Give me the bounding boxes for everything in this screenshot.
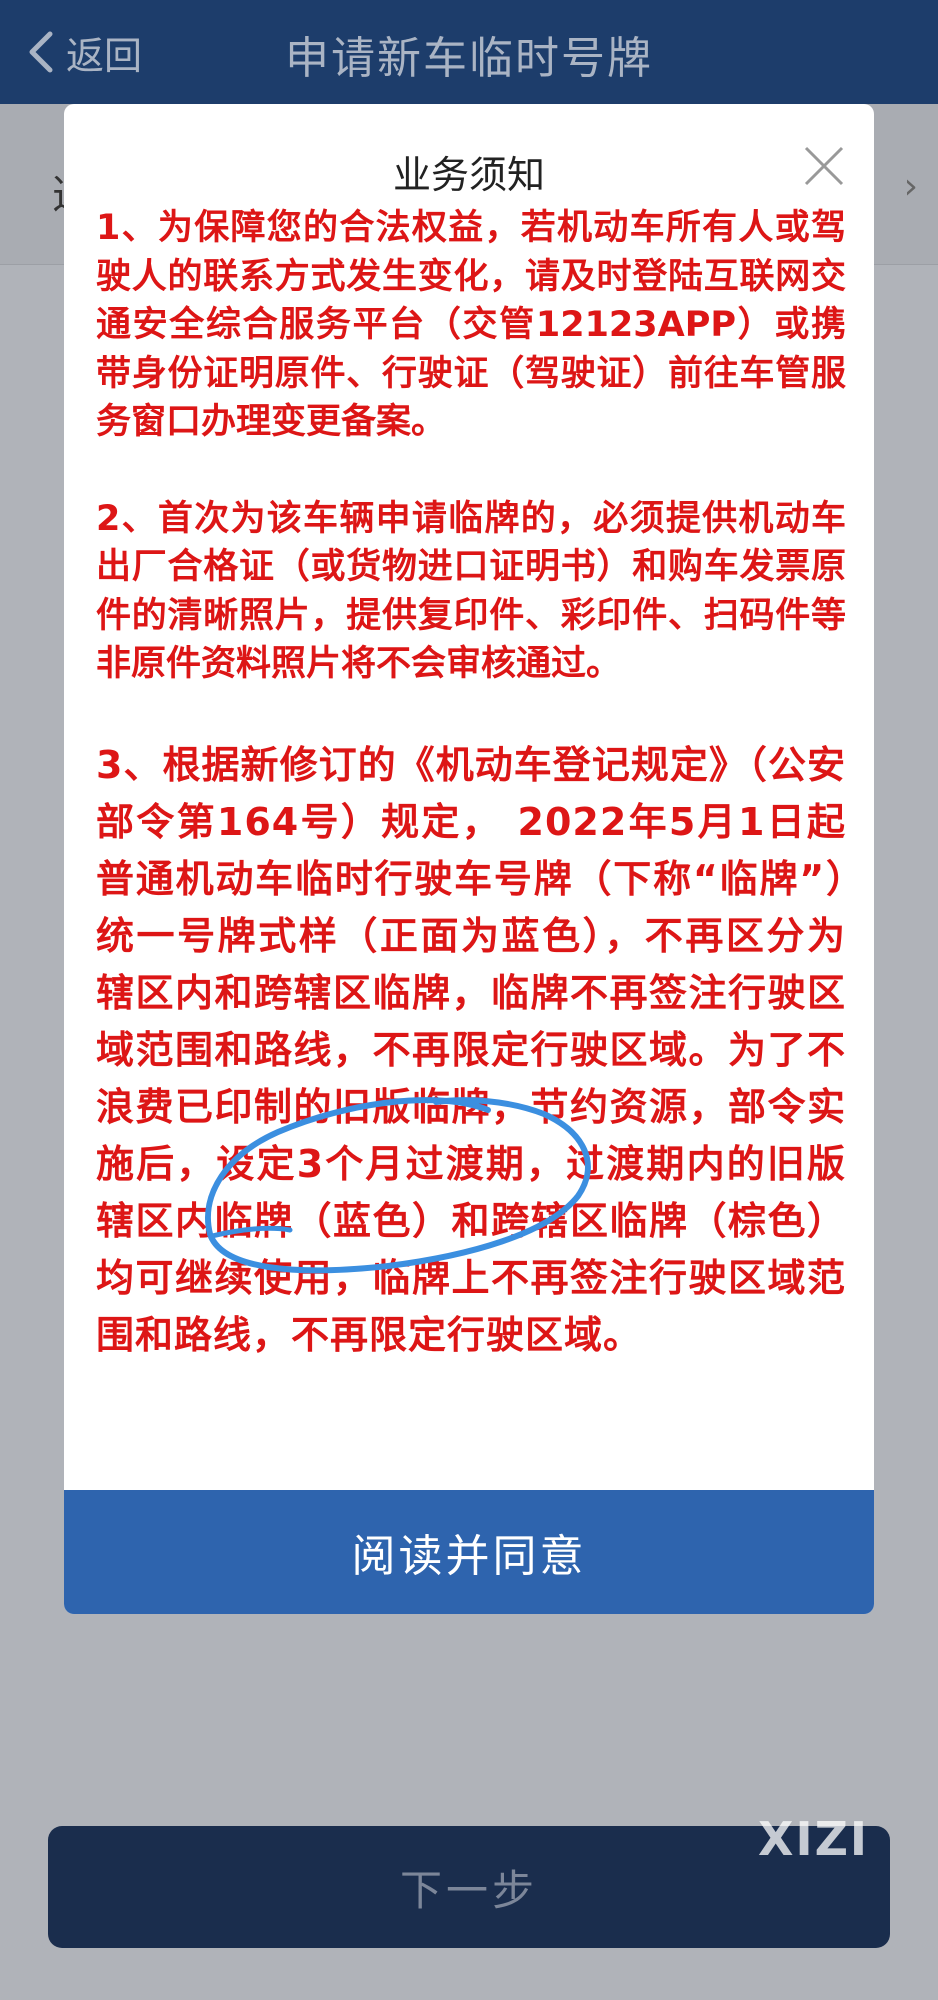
watermark-logo: XIZI: [758, 1812, 870, 1866]
notice-paragraph-2: 2、首次为该车辆申请临牌的，必须提供机动车出厂合格证（或货物进口证明书）和购车发…: [96, 498, 846, 685]
chevron-right-icon: ›: [903, 166, 918, 207]
close-icon[interactable]: [802, 144, 846, 188]
modal-title: 业务须知: [392, 153, 545, 197]
notice-modal: 业务须知 1、为保障您的合法权益，若机动车所有人或驾驶人的联系方式发生变化，请及…: [64, 104, 874, 1614]
notice-body: 1、为保障您的合法权益，若机动车所有人或驾驶人的联系方式发生变化，请及时登陆互联…: [96, 204, 846, 1364]
navbar: 返回 申请新车临时号牌: [0, 0, 938, 104]
read-and-agree-button[interactable]: 阅读并同意: [64, 1490, 874, 1614]
page-title: 申请新车临时号牌: [285, 33, 653, 84]
notice-paragraph-3: 3、根据新修订的《机动车登记规定》（公安部令第164号）规定， 2022年5月1…: [96, 742, 846, 1357]
notice-paragraph-1: 1、为保障您的合法权益，若机动车所有人或驾驶人的联系方式发生变化，请及时登陆互联…: [96, 208, 846, 442]
